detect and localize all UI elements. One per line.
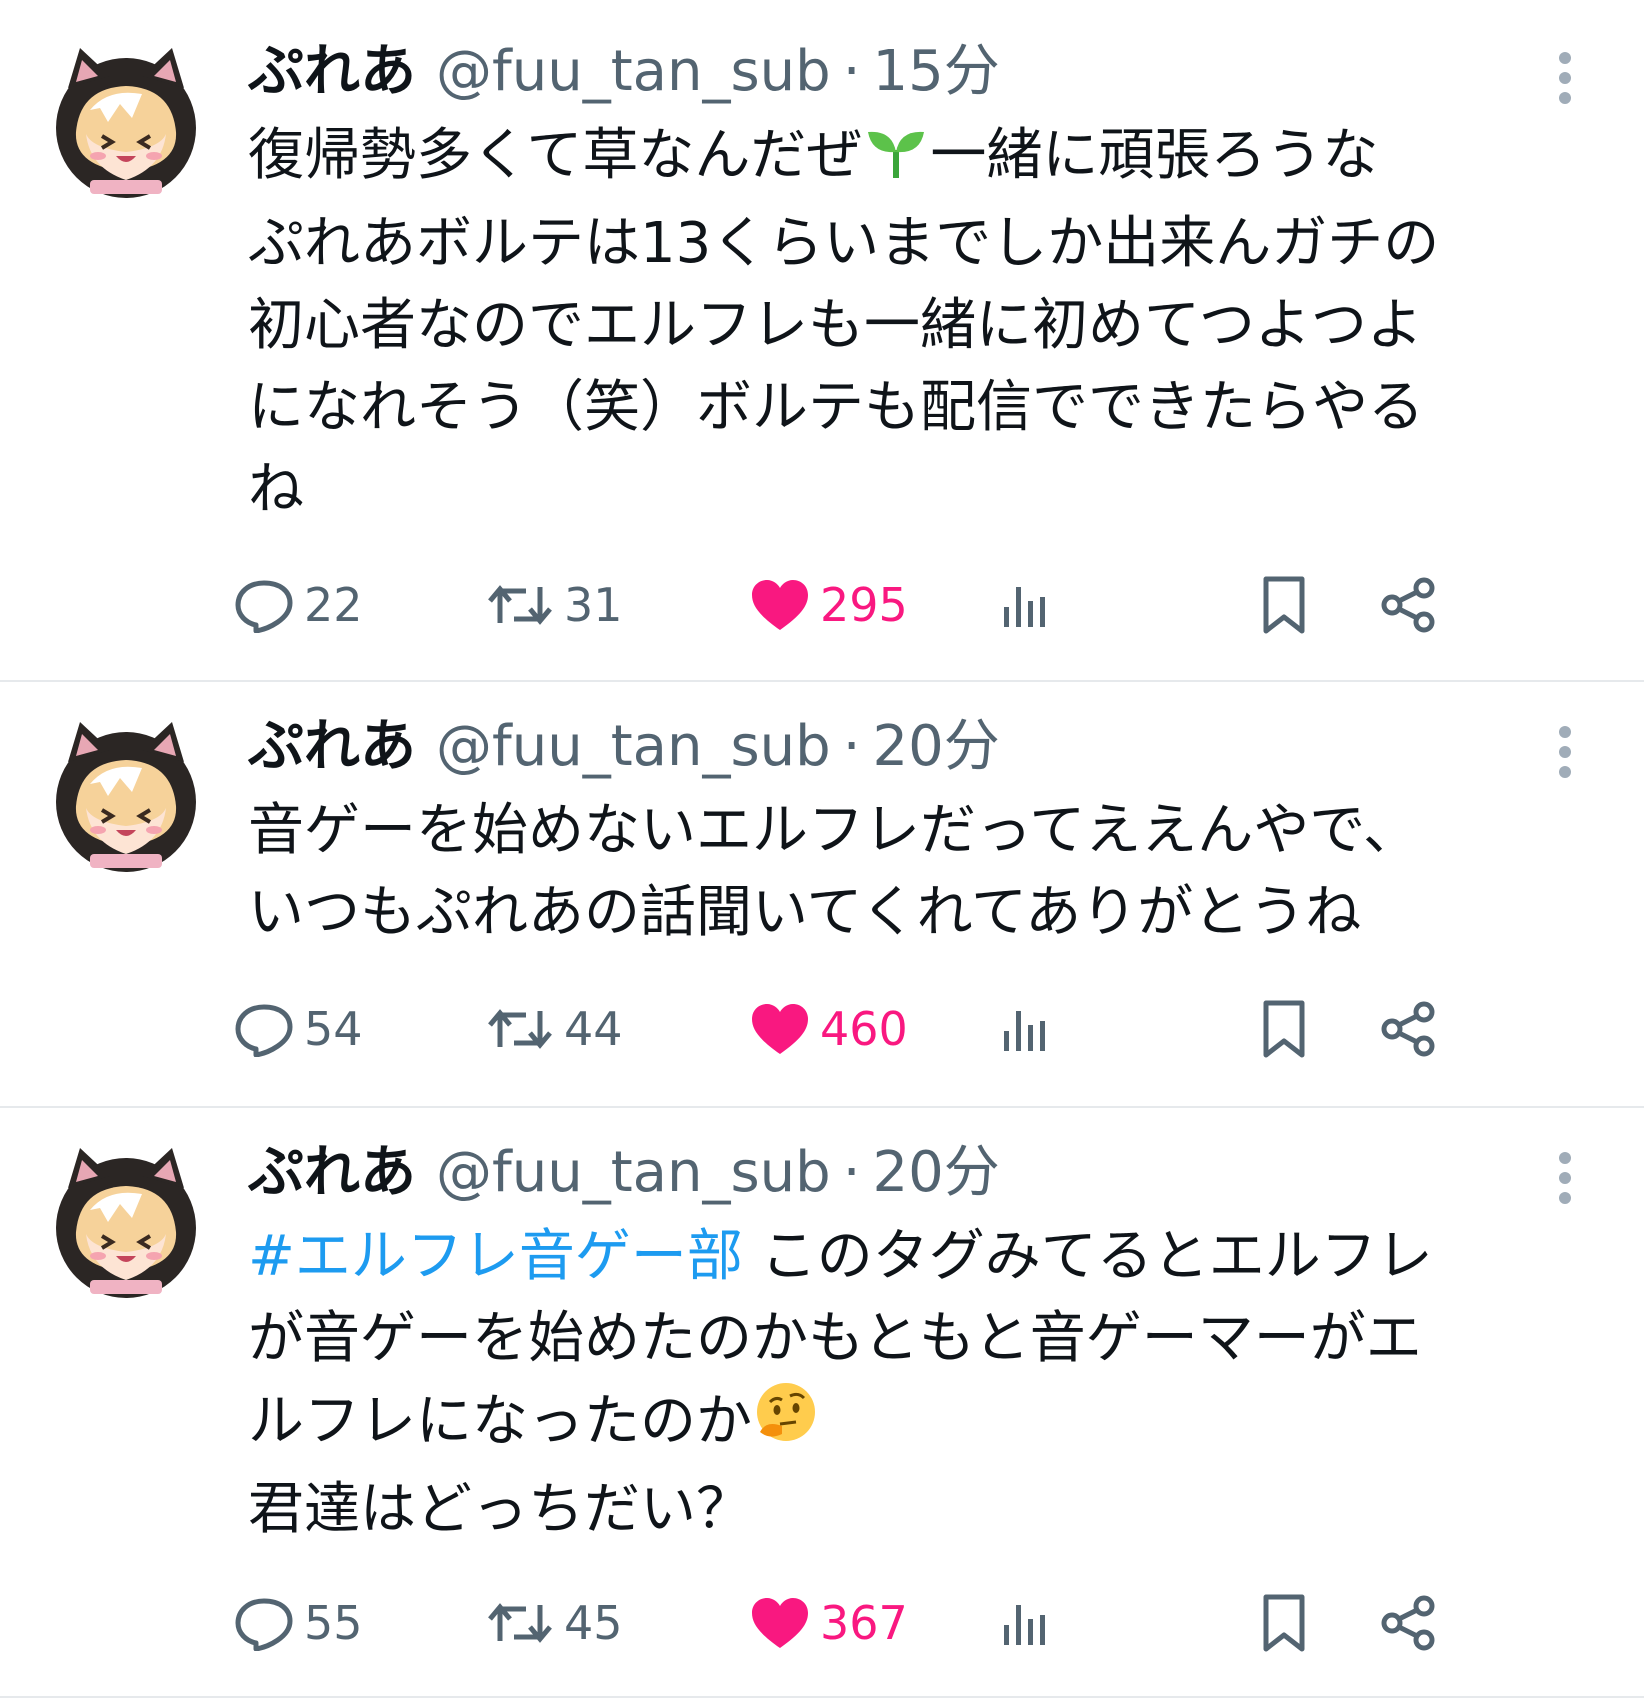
retweet-count: 44	[564, 1002, 623, 1056]
tweet-text: 復帰勢多くて草なんだぜ 一緒に頑張ろうな ぷれあボルテは13くらいまでしか出来んガ…	[248, 115, 1578, 531]
bookmark-button[interactable]	[1258, 1583, 1310, 1663]
retweet-icon	[488, 1603, 552, 1643]
hashtag-link[interactable]: #エルフレ音ゲー部	[248, 1224, 743, 1289]
bookmark-button[interactable]	[1258, 565, 1310, 645]
avatar[interactable]	[50, 48, 202, 200]
display-name[interactable]: ぷれあ	[248, 32, 416, 112]
separator-dot: ·	[842, 39, 861, 104]
action-bar: 22 31 295	[0, 565, 1644, 645]
avatar[interactable]	[50, 1148, 202, 1300]
retweet-icon	[488, 1009, 552, 1049]
seedling-icon	[862, 121, 930, 203]
bookmark-button[interactable]	[1258, 989, 1310, 1069]
views-icon	[1004, 1605, 1045, 1645]
tweet-text: #エルフレ音ゲー部 このタグみてるとエルフレ が音ゲーを始めたのかもともと音ゲー…	[248, 1216, 1578, 1551]
reply-count: 54	[304, 1002, 363, 1056]
timestamp[interactable]: 15分	[873, 32, 1000, 112]
views-button[interactable]	[1000, 989, 1052, 1069]
display-name[interactable]: ぷれあ	[248, 707, 416, 787]
reply-button[interactable]: 55	[234, 1583, 363, 1663]
more-vertical-icon[interactable]	[1545, 1138, 1585, 1218]
tweet-header: ぷれあ @fuu_tan_sub · 20分	[248, 1133, 1000, 1213]
retweet-button[interactable]: 45	[486, 1583, 623, 1663]
reply-icon	[235, 580, 293, 633]
reply-count: 22	[304, 578, 363, 632]
reply-icon	[235, 1004, 293, 1057]
retweet-button[interactable]: 44	[486, 989, 623, 1069]
display-name[interactable]: ぷれあ	[248, 1133, 416, 1213]
timestamp[interactable]: 20分	[873, 1133, 1000, 1213]
share-icon	[1381, 1001, 1435, 1057]
like-count: 367	[820, 1596, 908, 1650]
more-vertical-icon[interactable]	[1545, 38, 1585, 118]
heart-icon	[752, 1598, 808, 1648]
timestamp[interactable]: 20分	[873, 707, 1000, 787]
tweet-header: ぷれあ @fuu_tan_sub · 20分	[248, 707, 1000, 787]
tweet-1[interactable]: ぷれあ @fuu_tan_sub · 15分 復帰勢多くて草なんだぜ 一緒に頑張ろ…	[0, 0, 1644, 680]
like-button[interactable]: 460	[750, 989, 908, 1069]
divider	[0, 1696, 1644, 1698]
views-icon	[1004, 1011, 1045, 1051]
bookmark-icon	[1263, 576, 1305, 634]
more-vertical-icon[interactable]	[1545, 712, 1585, 792]
reply-icon	[235, 1598, 293, 1651]
views-button[interactable]	[1000, 1583, 1052, 1663]
like-count: 295	[820, 578, 908, 632]
like-count: 460	[820, 1002, 908, 1056]
views-icon	[1004, 587, 1045, 627]
avatar[interactable]	[50, 722, 202, 874]
tweet-2[interactable]: ぷれあ @fuu_tan_sub · 20分 音ゲーを始めないエルフレだってええ…	[0, 682, 1644, 1106]
share-button[interactable]	[1380, 1583, 1438, 1663]
user-handle[interactable]: @fuu_tan_sub	[436, 32, 831, 112]
tweet-text-part: 君達はどっちだい？	[248, 1477, 752, 1542]
views-button[interactable]	[1000, 565, 1052, 645]
action-bar: 55 45 367	[0, 1583, 1644, 1663]
separator-dot: ·	[842, 1140, 861, 1205]
tweet-text: 音ゲーを始めないエルフレだってええんやで、 いつもぷれあの話聞いてくれてありがと…	[248, 798, 1419, 945]
heart-icon	[752, 1004, 808, 1054]
like-button[interactable]: 295	[750, 565, 908, 645]
reply-button[interactable]: 22	[234, 565, 363, 645]
share-button[interactable]	[1380, 565, 1438, 645]
tweet-header: ぷれあ @fuu_tan_sub · 15分	[248, 32, 1000, 112]
bookmark-icon	[1263, 1000, 1305, 1058]
reply-button[interactable]: 54	[234, 989, 363, 1069]
reply-count: 55	[304, 1596, 363, 1650]
tweet-text-part: 復帰勢多くて草なんだぜ	[248, 123, 863, 188]
like-button[interactable]: 367	[750, 1583, 908, 1663]
tweet-3[interactable]: ぷれあ @fuu_tan_sub · 20分 #エルフレ音ゲー部 このタグみてる…	[0, 1108, 1644, 1698]
user-handle[interactable]: @fuu_tan_sub	[436, 1133, 831, 1213]
retweet-icon	[488, 585, 552, 625]
thinking-face-icon	[752, 1380, 818, 1469]
user-handle[interactable]: @fuu_tan_sub	[436, 707, 831, 787]
retweet-count: 45	[564, 1596, 623, 1650]
retweet-count: 31	[564, 578, 623, 632]
retweet-button[interactable]: 31	[486, 565, 623, 645]
heart-icon	[752, 580, 808, 630]
share-button[interactable]	[1380, 989, 1438, 1069]
separator-dot: ·	[842, 714, 861, 779]
action-bar: 54 44 460	[0, 989, 1644, 1069]
share-icon	[1381, 1595, 1435, 1651]
share-icon	[1381, 577, 1435, 633]
bookmark-icon	[1263, 1594, 1305, 1652]
